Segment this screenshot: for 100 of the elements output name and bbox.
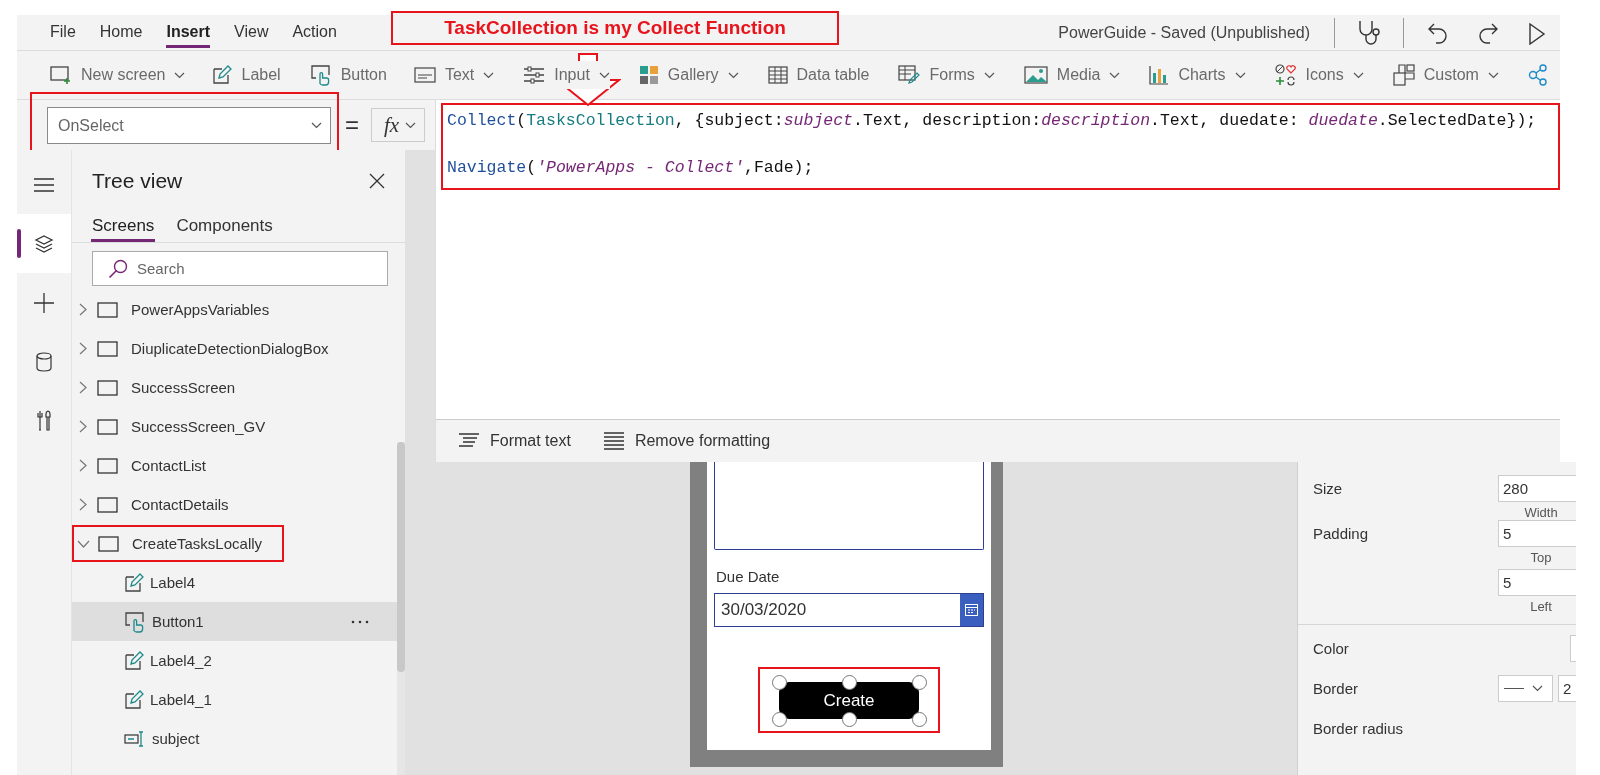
tree-item[interactable]: SuccessScreen [72,368,397,407]
toolbar-button[interactable]: New screen [50,61,186,89]
screen-icon [97,301,119,318]
grid-icon [638,65,659,85]
screen-icon [97,379,119,396]
chevron-right-icon[interactable] [79,381,87,394]
tools-icon[interactable] [36,409,52,432]
selection-bar [17,229,21,258]
text-box-icon [413,67,436,83]
menu-tab[interactable]: Home [99,17,143,48]
close-icon[interactable] [369,173,385,189]
toolbar-button[interactable]: Label [212,61,281,89]
toolbar-button[interactable]: Text [413,62,495,88]
tree-item[interactable]: Button1 [72,602,397,641]
tree-item[interactable]: ContactList [72,446,397,485]
field-caption: Left [1530,599,1552,614]
property-label: Padding [1313,524,1370,542]
toolbar-button[interactable]: Data table [767,62,870,88]
code-line: Navigate('PowerApps - Collect',Fade); [447,157,815,179]
menu-tab[interactable]: File [50,17,76,48]
tree-item[interactable]: Label4_2 [72,641,397,680]
property-label: Border radius [1313,719,1405,737]
resize-handle[interactable] [911,674,927,690]
property-dropdown[interactable]: OnSelect [47,107,331,144]
property-label: Border [1313,679,1360,697]
toolbar-button[interactable]: Charts [1149,61,1246,89]
screen-icon [97,340,119,357]
database-icon[interactable] [36,351,52,372]
scrollbar[interactable] [397,442,405,775]
sliders-icon [523,65,546,85]
highlight-frame: CreateTasksLocally [72,525,285,562]
property-label: Size [1313,479,1344,497]
chevron-down-icon [405,121,417,129]
pencil-icon [124,689,144,710]
screen-icon [98,535,120,552]
number-field[interactable]: 5 [1498,520,1576,547]
number-field[interactable]: 2 [1558,675,1576,702]
field-label: Due Date [716,568,781,585]
format-text-button[interactable]: Format text [458,430,571,452]
hand-pointer-icon [309,64,332,86]
remove-formatting-button[interactable]: Remove formatting [602,430,771,452]
menu-tab[interactable]: View [234,17,269,48]
stethoscope-icon[interactable] [1357,19,1381,46]
tree-item[interactable]: Label4 [72,563,397,602]
pencil-icon [124,572,144,593]
tab[interactable]: Screens [91,212,156,242]
chevron-right-icon[interactable] [79,342,87,355]
lines-icon[interactable] [602,432,625,450]
number-field[interactable]: 280 [1498,475,1576,502]
create-button[interactable]: Create [779,682,919,719]
resize-handle[interactable] [771,674,787,690]
function-button[interactable]: fx [371,108,426,142]
tree-item[interactable]: DiuplicateDetectionDialogBox [72,329,397,368]
chevron-right-icon[interactable] [79,459,87,472]
pencil-icon [124,650,144,671]
date-picker[interactable]: 30/03/2020 [714,593,984,627]
toolbar-button[interactable]: Button [309,60,387,90]
screen-icon [97,418,119,435]
document-title: PowerGuide - Saved (Unpublished) [1058,23,1310,42]
resize-handle[interactable] [771,711,787,727]
pencil-icon [212,65,233,85]
calendar-icon [965,604,978,616]
chevron-right-icon[interactable] [79,498,87,511]
toolbar-button[interactable]: Custom [1392,60,1499,90]
chevron-down-icon[interactable] [77,539,90,548]
property-label: Color [1313,639,1350,657]
form-icon [898,65,921,85]
search-field[interactable]: Search [92,251,388,286]
tree-item[interactable]: SuccessScreen_GV [72,407,397,446]
toolbar-button[interactable]: Gallery [638,61,739,89]
screen-icon [97,457,119,474]
screen-icon [50,65,72,85]
chevron-right-icon[interactable] [79,303,87,316]
toolbar-button[interactable]: Input [523,61,610,89]
tree-item[interactable]: ContactDetails [72,485,397,524]
table-icon [767,66,788,84]
components-icon [1392,64,1415,86]
plus-icon[interactable] [34,292,54,313]
toolbar-button[interactable]: Icons [1274,60,1364,90]
toolbar-button[interactable]: Forms [898,61,995,89]
menu-icon[interactable] [34,177,54,192]
toolbar-button[interactable]: Media [1023,62,1121,88]
layers-icon[interactable] [34,233,54,254]
format-text-icon[interactable] [458,433,480,449]
text-input-icon [124,729,146,748]
code-line: Collect(TasksCollection, {subject:subject.Text, description:description.Text, duedate: duedate.SelectedDate}); [447,110,1538,132]
tree-item[interactable]: subject [72,719,397,758]
menu-tab[interactable]: Action [292,17,337,48]
number-field[interactable]: 5 [1498,569,1576,596]
tab[interactable]: Components [175,212,274,242]
tree-item[interactable]: Label4_1 [72,680,397,719]
field-caption: Width [1524,505,1558,520]
more-icon[interactable] [351,620,369,624]
tree-item[interactable]: PowerAppsVariables [72,290,397,329]
formula-editor[interactable]: Collect(TasksCollection, {subject:subject.Text, description:description.Text, duedate: duedate.SelectedDate}); Navigate('PowerApps - Collect',Fade); [441,103,1560,190]
chevron-down-icon [311,122,322,129]
chevron-right-icon[interactable] [79,420,87,433]
callout-label: TaskCollection is my Collect Function [391,11,839,45]
tree-item[interactable]: CreateTasksLocally [72,524,397,563]
field-caption: Top [1530,550,1552,565]
